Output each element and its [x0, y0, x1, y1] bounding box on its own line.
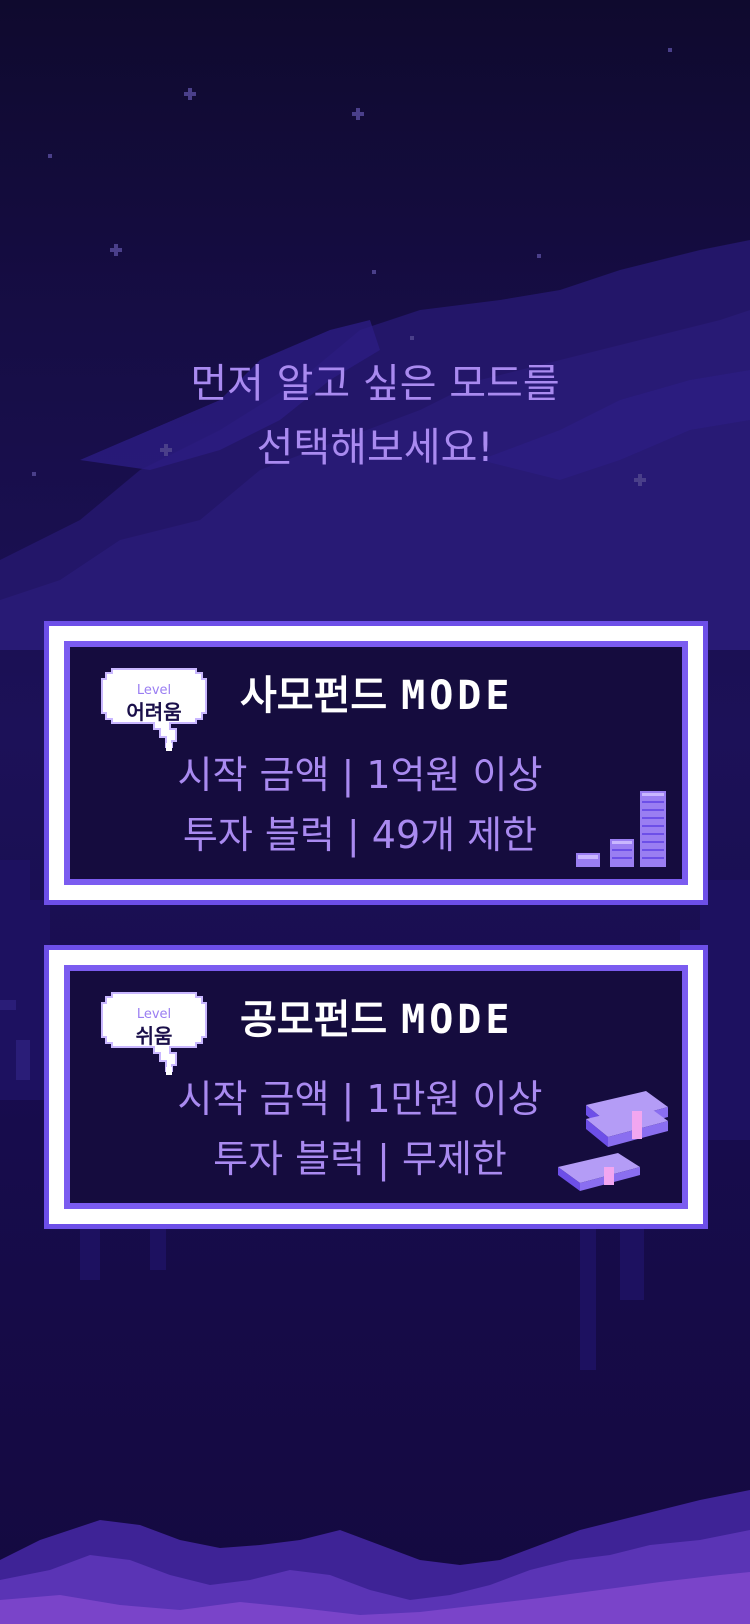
- mode-info: 시작 금액 | 1만원 이상 투자 블럭 | 무제한: [170, 1069, 550, 1189]
- mode-card-public-fund[interactable]: Level 쉬움 공모펀드 MODE 시작 금액 | 1만원 이상 투자 블럭 …: [44, 945, 708, 1229]
- invest-blocks-text: 투자 블럭 | 49개 제한: [182, 813, 538, 857]
- mode-card-body: Level 어려움 사모펀드 MODE 시작 금액 | 1억원 이상 투자 블럭…: [70, 647, 682, 879]
- star-icon: [668, 48, 672, 52]
- difficulty-label: 쉬움: [135, 1024, 173, 1048]
- mode-card-frame: Level 어려움 사모펀드 MODE 시작 금액 | 1억원 이상 투자 블럭…: [64, 641, 688, 885]
- page-title-line-2: 선택해보세요!: [256, 425, 494, 471]
- page-title: 먼저 알고 싶은 모드를 선택해보세요!: [0, 352, 750, 480]
- cash-bundle-icon: [558, 1091, 668, 1191]
- level-label: Level: [136, 683, 172, 698]
- star-icon: [372, 270, 376, 274]
- level-bubble: Level 어려움: [100, 667, 208, 757]
- star-icon: [110, 244, 122, 256]
- mode-name: 사모펀드: [240, 673, 388, 719]
- level-label: Level: [136, 1007, 172, 1022]
- star-icon: [537, 254, 541, 258]
- page-title-line-1: 먼저 알고 싶은 모드를: [190, 361, 560, 407]
- star-icon: [410, 336, 414, 340]
- star-icon: [184, 88, 196, 100]
- mode-card-private-fund[interactable]: Level 어려움 사모펀드 MODE 시작 금액 | 1억원 이상 투자 블럭…: [44, 621, 708, 905]
- star-icon: [352, 108, 364, 120]
- start-amount-text: 시작 금액 | 1억원 이상: [177, 753, 543, 797]
- difficulty-label: 어려움: [126, 700, 182, 724]
- mode-title: 사모펀드 MODE: [240, 671, 513, 721]
- mode-card-frame: Level 쉬움 공모펀드 MODE 시작 금액 | 1만원 이상 투자 블럭 …: [64, 965, 688, 1209]
- coin-stack-icon: [576, 791, 666, 867]
- invest-blocks-text: 투자 블럭 | 무제한: [213, 1137, 507, 1181]
- level-bubble: Level 쉬움: [100, 991, 208, 1081]
- mode-card-body: Level 쉬움 공모펀드 MODE 시작 금액 | 1만원 이상 투자 블럭 …: [70, 971, 682, 1203]
- mode-name: 공모펀드: [240, 997, 388, 1043]
- mode-word: MODE: [401, 997, 514, 1043]
- start-amount-text: 시작 금액 | 1만원 이상: [177, 1077, 543, 1121]
- mode-title: 공모펀드 MODE: [240, 995, 513, 1045]
- mode-word: MODE: [401, 673, 514, 719]
- star-icon: [48, 154, 52, 158]
- mode-info: 시작 금액 | 1억원 이상 투자 블럭 | 49개 제한: [170, 745, 550, 865]
